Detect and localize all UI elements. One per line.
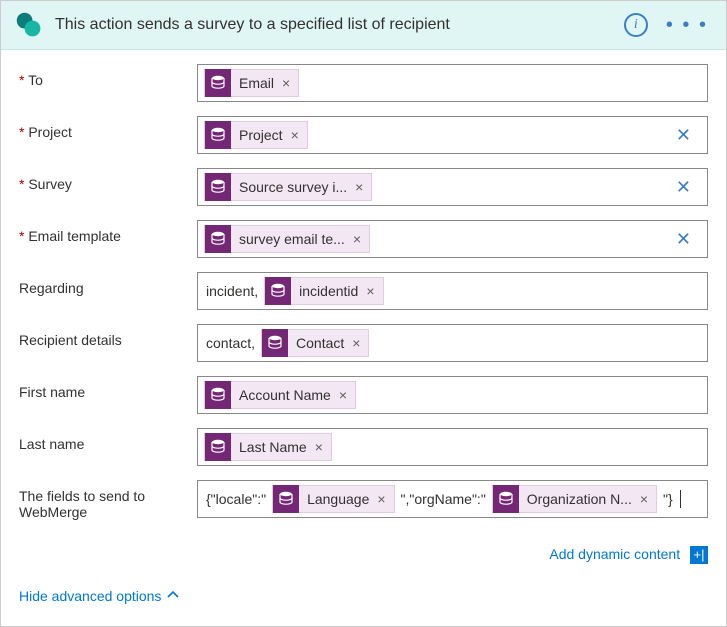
token-project[interactable]: Project ×: [204, 121, 308, 149]
field-email-template[interactable]: survey email te... × ✕: [197, 220, 708, 258]
database-icon: [493, 485, 519, 513]
field-project[interactable]: Project × ✕: [197, 116, 708, 154]
text-json-mid: ","orgName":": [399, 491, 488, 507]
token-language[interactable]: Language ×: [272, 485, 394, 513]
text-prefix: incident,: [204, 283, 260, 299]
toggle-label: Hide advanced options: [19, 588, 161, 604]
label-email-template: Email template: [19, 220, 197, 244]
token-email[interactable]: Email ×: [204, 69, 299, 97]
token-org-name[interactable]: Organization N... ×: [492, 485, 657, 513]
token-label: Source survey i...: [239, 179, 347, 195]
database-icon: [205, 381, 231, 409]
label-regarding: Regarding: [19, 272, 197, 296]
text-prefix: contact,: [204, 335, 257, 351]
token-label: Project: [239, 127, 283, 143]
row-recipient-details: Recipient details contact, Contact ×: [19, 324, 708, 362]
add-dynamic-badge-icon[interactable]: +|: [690, 546, 708, 564]
text-json-open: {"locale":": [204, 491, 268, 507]
token-remove-icon[interactable]: ×: [339, 387, 347, 403]
token-label: Account Name: [239, 387, 331, 403]
database-icon: [205, 173, 231, 201]
text-json-close: "}: [661, 491, 675, 507]
token-remove-icon[interactable]: ×: [377, 491, 385, 507]
field-survey[interactable]: Source survey i... × ✕: [197, 168, 708, 206]
database-icon: [205, 121, 231, 149]
token-remove-icon[interactable]: ×: [366, 283, 374, 299]
token-label: incidentid: [299, 283, 358, 299]
row-webmerge: The fields to send to WebMerge {"locale"…: [19, 480, 708, 520]
database-icon: [205, 69, 231, 97]
row-first-name: First name Account Name ×: [19, 376, 708, 414]
info-icon[interactable]: i: [624, 13, 648, 37]
text-cursor: [680, 490, 681, 508]
label-project: Project: [19, 116, 197, 140]
token-label: Last Name: [239, 439, 307, 455]
more-menu-button[interactable]: • • •: [662, 14, 712, 37]
label-to: To: [19, 64, 197, 88]
token-remove-icon[interactable]: ×: [640, 491, 648, 507]
card-title: This action sends a survey to a specifie…: [55, 16, 624, 34]
token-last-name[interactable]: Last Name ×: [204, 433, 332, 461]
token-label: Email: [239, 75, 274, 91]
row-last-name: Last name Last Name ×: [19, 428, 708, 466]
database-icon: [265, 277, 291, 305]
card-header: This action sends a survey to a specifie…: [1, 1, 726, 50]
field-first-name[interactable]: Account Name ×: [197, 376, 708, 414]
token-label: Organization N...: [527, 491, 632, 507]
add-dynamic-content-link[interactable]: Add dynamic content: [549, 546, 680, 562]
token-remove-icon[interactable]: ×: [291, 127, 299, 143]
row-regarding: Regarding incident, incidentid ×: [19, 272, 708, 310]
token-remove-icon[interactable]: ×: [355, 179, 363, 195]
label-last-name: Last name: [19, 428, 197, 452]
field-regarding[interactable]: incident, incidentid ×: [197, 272, 708, 310]
row-survey: Survey Source survey i... × ✕: [19, 168, 708, 206]
field-clear-button[interactable]: ✕: [666, 177, 701, 198]
row-to: To Email ×: [19, 64, 708, 102]
app-icon: [15, 11, 43, 39]
row-email-template: Email template survey email te... × ✕: [19, 220, 708, 258]
field-webmerge[interactable]: {"locale":" Language × ","orgName":" Org…: [197, 480, 708, 518]
card-footer: Hide advanced options: [1, 574, 726, 626]
field-to[interactable]: Email ×: [197, 64, 708, 102]
token-contact[interactable]: Contact ×: [261, 329, 369, 357]
dynamic-content-row: Add dynamic content +|: [1, 544, 726, 574]
action-card: This action sends a survey to a specifie…: [0, 0, 727, 627]
chevron-up-icon: [167, 588, 179, 604]
hide-advanced-toggle[interactable]: Hide advanced options: [19, 588, 179, 604]
token-label: survey email te...: [239, 231, 345, 247]
database-icon: [262, 329, 288, 357]
field-last-name[interactable]: Last Name ×: [197, 428, 708, 466]
field-clear-button[interactable]: ✕: [666, 229, 701, 250]
field-recipient-details[interactable]: contact, Contact ×: [197, 324, 708, 362]
row-project: Project Project × ✕: [19, 116, 708, 154]
token-remove-icon[interactable]: ×: [315, 439, 323, 455]
label-first-name: First name: [19, 376, 197, 400]
token-remove-icon[interactable]: ×: [353, 231, 361, 247]
form-body: To Email × Project Project × ✕ S: [1, 50, 726, 544]
database-icon: [205, 433, 231, 461]
label-survey: Survey: [19, 168, 197, 192]
database-icon: [205, 225, 231, 253]
token-survey[interactable]: Source survey i... ×: [204, 173, 372, 201]
token-email-template[interactable]: survey email te... ×: [204, 225, 370, 253]
label-recipient-details: Recipient details: [19, 324, 197, 348]
token-account-name[interactable]: Account Name ×: [204, 381, 356, 409]
token-label: Language: [307, 491, 369, 507]
token-incidentid[interactable]: incidentid ×: [264, 277, 383, 305]
token-remove-icon[interactable]: ×: [352, 335, 360, 351]
token-label: Contact: [296, 335, 344, 351]
label-webmerge: The fields to send to WebMerge: [19, 480, 197, 520]
database-icon: [273, 485, 299, 513]
token-remove-icon[interactable]: ×: [282, 75, 290, 91]
field-clear-button[interactable]: ✕: [666, 125, 701, 146]
